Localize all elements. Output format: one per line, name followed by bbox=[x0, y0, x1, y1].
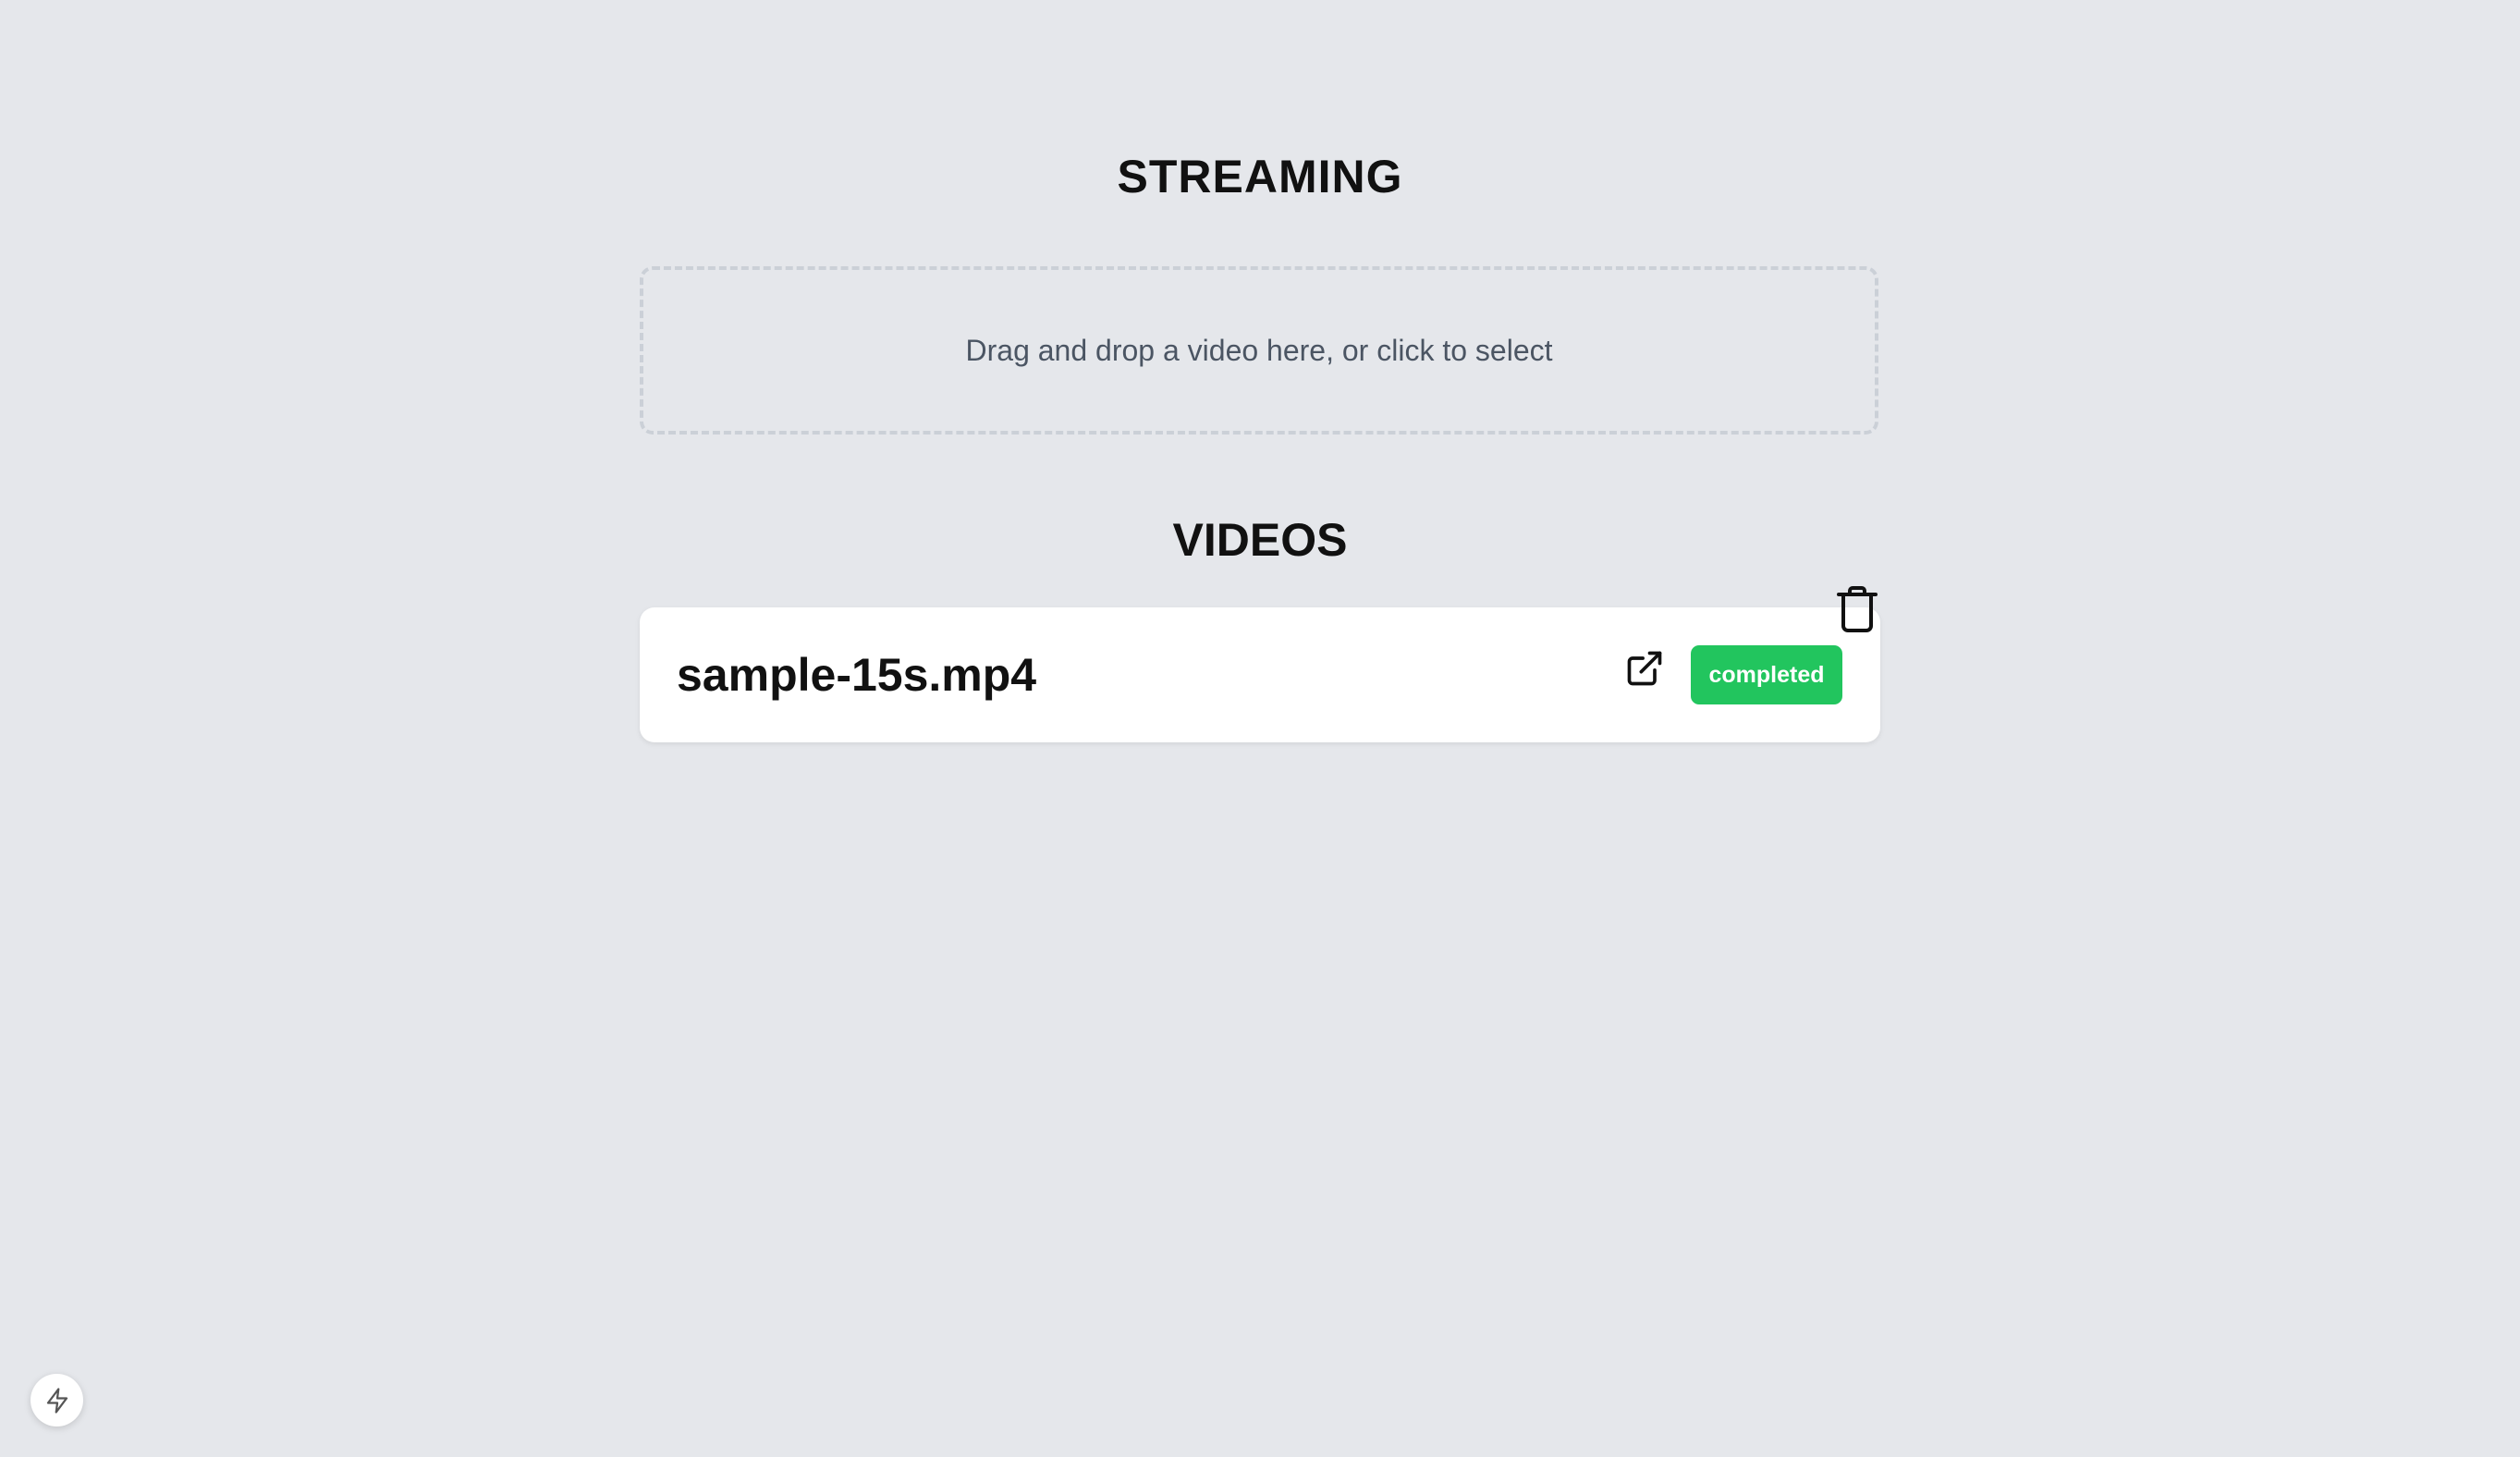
video-dropzone[interactable]: Drag and drop a video here, or click to … bbox=[640, 266, 1878, 435]
lightning-icon bbox=[46, 1387, 67, 1414]
dropzone-prompt: Drag and drop a video here, or click to … bbox=[965, 333, 1553, 367]
videos-section-title: VIDEOS bbox=[1172, 514, 1348, 566]
trash-icon bbox=[1837, 586, 1878, 632]
status-badge: completed bbox=[1691, 645, 1842, 704]
page: STREAMING Drag and drop a video here, or… bbox=[0, 0, 2520, 1457]
video-card: sample-15s.mp4 completed bbox=[640, 607, 1880, 742]
external-link-icon bbox=[1627, 651, 1662, 686]
open-video-button[interactable] bbox=[1622, 646, 1667, 691]
page-title: STREAMING bbox=[1117, 151, 1403, 202]
dev-tools-button[interactable] bbox=[31, 1374, 83, 1426]
video-filename: sample-15s.mp4 bbox=[677, 649, 1037, 701]
delete-video-button[interactable] bbox=[1834, 584, 1880, 634]
